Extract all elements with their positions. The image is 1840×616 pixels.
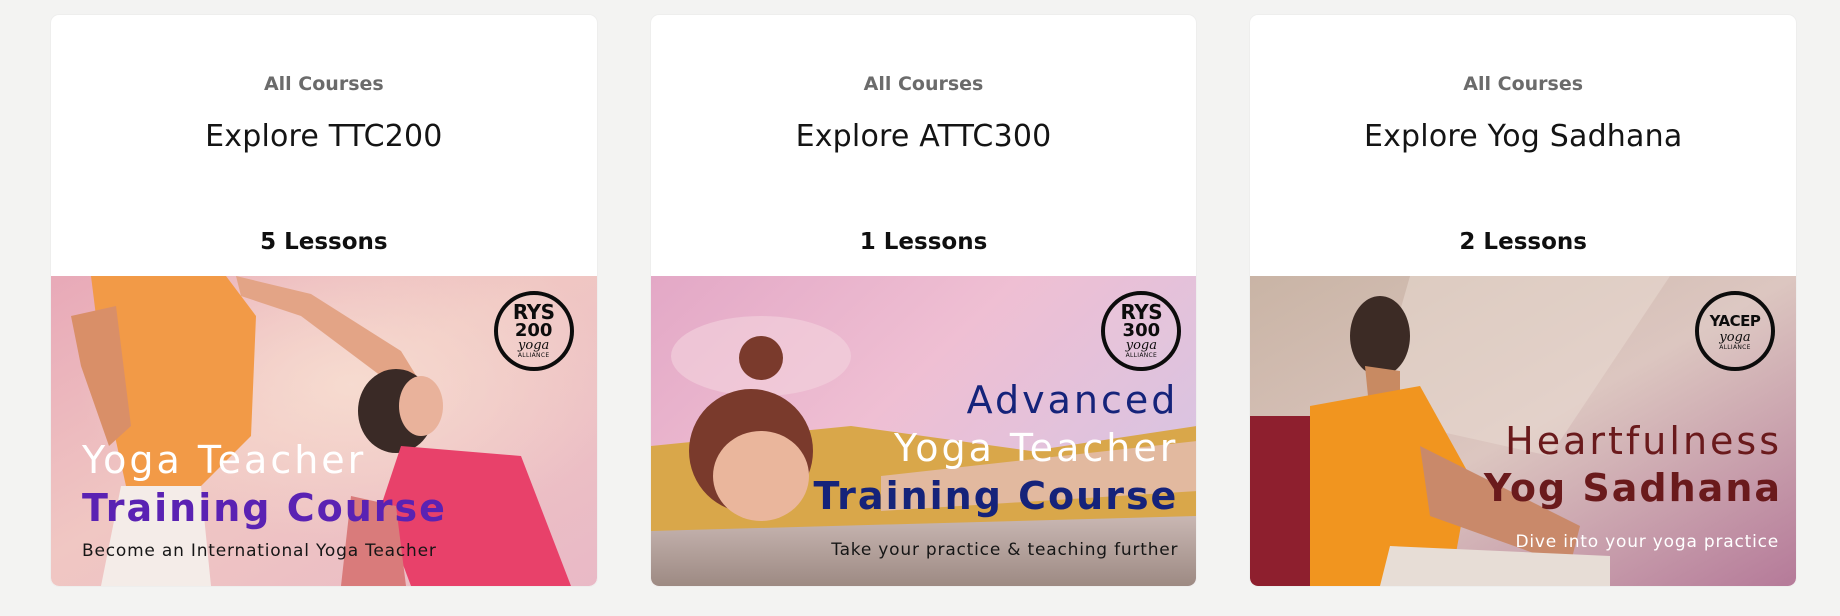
course-grid: All Courses Explore TTC200 5 Lessons RYS…: [51, 15, 1797, 586]
category-label: All Courses: [863, 73, 984, 95]
banner-heading-line1: Heartfulness: [1505, 419, 1783, 463]
course-card-attc300[interactable]: All Courses Explore ATTC300 1 Lessons RY…: [650, 15, 1197, 586]
category-label: All Courses: [263, 73, 384, 95]
banner-tagline: Take your practice & teaching further: [831, 540, 1179, 560]
banner-heading-line1: Yoga Teacher: [894, 426, 1179, 470]
banner-heading-line2: Yog Sadhana: [1483, 466, 1783, 510]
course-banner-image[interactable]: YACEP yoga ALLIANCE Heartfulness Yog Sad…: [1250, 276, 1797, 586]
course-title[interactable]: Explore TTC200: [51, 119, 597, 154]
lesson-count: 1 Lessons: [859, 229, 988, 255]
banner-heading-line2: Training Course: [82, 486, 447, 530]
rys200-badge-icon: RYS 200 yoga ALLIANCE: [493, 291, 574, 371]
card-header: All Courses Explore Yog Sadhana 2 Lesson…: [1250, 15, 1796, 276]
rys300-badge-icon: RYS 300 yoga ALLIANCE: [1101, 291, 1182, 371]
course-banner-image[interactable]: RYS 300 yoga ALLIANCE Advanced Yoga Teac…: [650, 276, 1197, 586]
banner-heading-line2: Training Course: [813, 474, 1179, 518]
banner-heading-line1: Yoga Teacher: [82, 438, 367, 482]
course-title[interactable]: Explore Yog Sadhana: [1250, 119, 1796, 154]
yacep-badge-icon: YACEP yoga ALLIANCE: [1695, 291, 1776, 371]
course-title[interactable]: Explore ATTC300: [651, 119, 1197, 154]
banner-tagline: Dive into your yoga practice: [1515, 532, 1780, 552]
lesson-count: 5 Lessons: [260, 229, 388, 255]
lesson-count: 2 Lessons: [1459, 229, 1587, 255]
card-header: All Courses Explore ATTC300 1 Lessons: [651, 15, 1197, 276]
course-card-yog-sadhana[interactable]: All Courses Explore Yog Sadhana 2 Lesson…: [1250, 15, 1797, 586]
banner-heading-line0: Advanced: [966, 378, 1179, 422]
course-card-ttc200[interactable]: All Courses Explore TTC200 5 Lessons RYS…: [51, 15, 597, 586]
card-header: All Courses Explore TTC200 5 Lessons: [51, 15, 597, 276]
category-label: All Courses: [1463, 73, 1584, 95]
course-banner-image[interactable]: RYS 200 yoga ALLIANCE Yoga Teacher Train…: [51, 276, 597, 586]
banner-tagline: Become an International Yoga Teacher: [82, 541, 437, 561]
